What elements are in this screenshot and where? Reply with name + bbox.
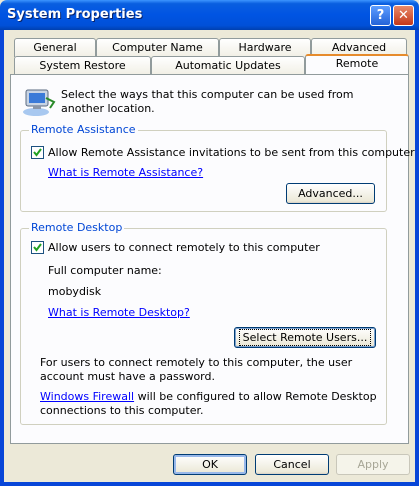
advanced-button[interactable]: Advanced... — [286, 183, 375, 204]
remote-desktop-label: Remote Desktop — [29, 221, 125, 234]
close-icon: ✕ — [398, 8, 409, 23]
allow-remote-desktop-checkbox[interactable] — [31, 241, 44, 254]
tab-remote[interactable]: Remote — [305, 54, 409, 74]
close-button[interactable]: ✕ — [393, 5, 414, 26]
allow-remote-assistance-checkbox[interactable] — [31, 146, 44, 159]
intro-text: Select the ways that this computer can b… — [61, 88, 354, 115]
checkmark-icon — [33, 243, 42, 252]
allow-remote-desktop-label: Allow users to connect remotely to this … — [48, 241, 320, 254]
what-is-remote-assistance-link[interactable]: What is Remote Assistance? — [48, 166, 203, 179]
windows-firewall-link[interactable]: Windows Firewall — [40, 390, 134, 403]
select-remote-users-label: Select Remote Users... — [238, 329, 372, 346]
select-remote-users-button[interactable]: Select Remote Users... — [234, 327, 376, 348]
help-icon: ? — [376, 8, 385, 23]
what-is-remote-desktop-link[interactable]: What is Remote Desktop? — [48, 306, 190, 319]
window-frame-right — [415, 30, 419, 486]
remote-assistance-label: Remote Assistance — [29, 123, 138, 136]
checkmark-icon — [33, 148, 42, 157]
tab-automatic-updates[interactable]: Automatic Updates — [151, 56, 305, 75]
computer-network-icon — [22, 86, 56, 118]
cancel-button[interactable]: Cancel — [255, 454, 329, 475]
ok-button[interactable]: OK — [173, 454, 247, 475]
tab-computer-name[interactable]: Computer Name — [96, 38, 219, 57]
full-computer-name-label: Full computer name: — [48, 264, 162, 277]
tab-general[interactable]: General — [14, 38, 96, 57]
password-note: For users to connect remotely to this co… — [40, 356, 353, 383]
computer-name-value: mobydisk — [48, 285, 102, 298]
allow-remote-assistance-label: Allow Remote Assistance invitations to b… — [48, 146, 415, 159]
tab-hardware[interactable]: Hardware — [219, 38, 311, 57]
firewall-note: Windows Firewall will be configured to a… — [40, 390, 380, 418]
window-title: System Properties — [7, 7, 143, 22]
title-bar: System Properties ? ✕ — [0, 0, 419, 30]
tab-system-restore[interactable]: System Restore — [14, 56, 151, 75]
window-frame-left — [0, 30, 4, 486]
help-button[interactable]: ? — [370, 5, 391, 26]
window-frame-bottom — [0, 482, 419, 486]
apply-button[interactable]: Apply — [336, 454, 410, 475]
